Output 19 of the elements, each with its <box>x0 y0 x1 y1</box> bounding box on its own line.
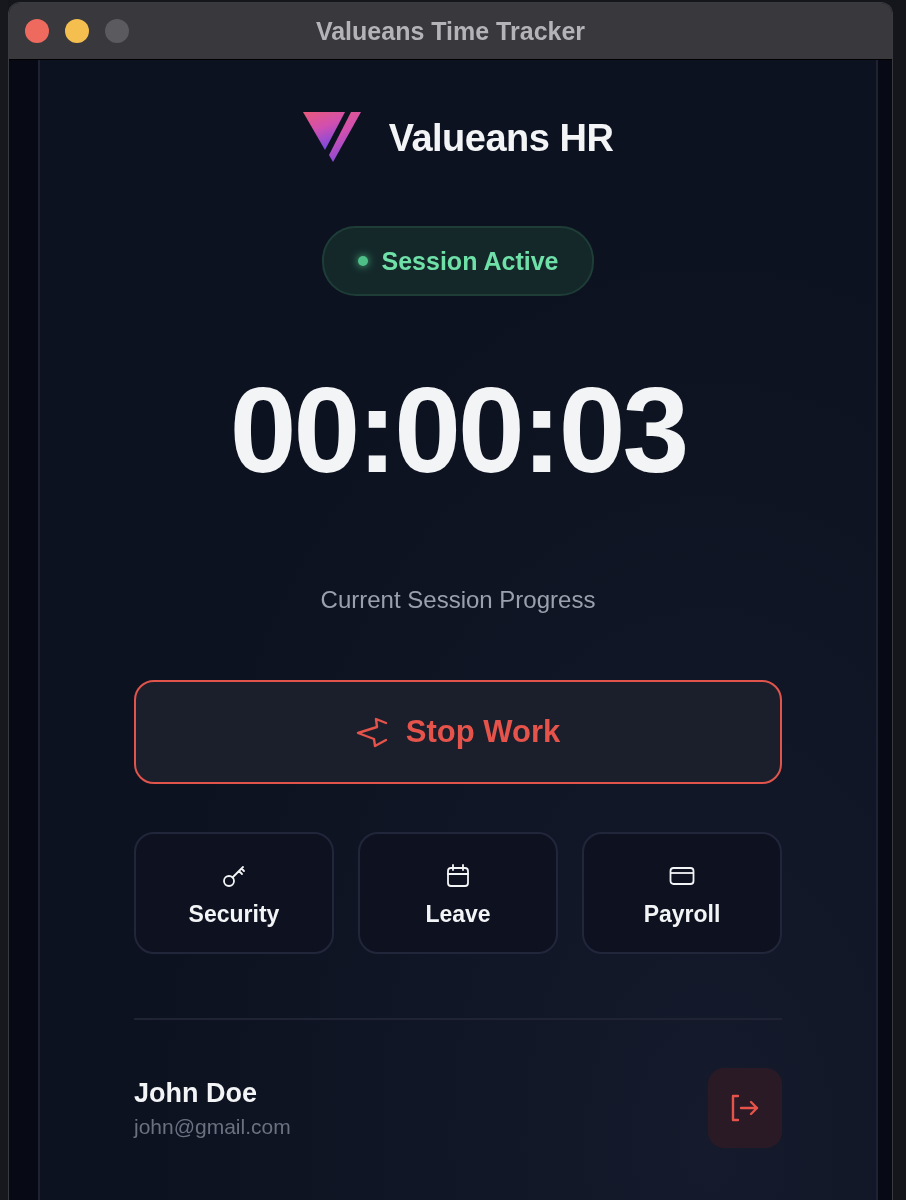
session-timer: 00:00:03 <box>229 370 687 490</box>
action-tile[interactable]: Payroll <box>582 832 782 954</box>
user-name: John Doe <box>134 1077 258 1109</box>
status-badge: Session Active <box>321 226 595 296</box>
logout-icon <box>729 1093 761 1123</box>
action-tile[interactable]: Security <box>134 832 334 954</box>
action-tile[interactable]: Leave <box>358 832 558 954</box>
status-dot <box>357 256 368 266</box>
stop-work-button[interactable]: Stop Work <box>134 680 782 784</box>
progress-label: Current Session Progress <box>320 586 596 614</box>
key-icon <box>221 863 247 889</box>
brand-name: Valueans HR <box>388 116 614 160</box>
logout-button[interactable] <box>708 1068 782 1148</box>
close-button[interactable] <box>25 19 49 43</box>
calendar-icon <box>445 863 471 889</box>
user-email: john@gmail.com <box>134 1114 291 1139</box>
window-title: Valueans Time Tracker <box>315 16 586 46</box>
logo-icon <box>302 112 361 164</box>
minimize-button[interactable] <box>65 19 89 43</box>
